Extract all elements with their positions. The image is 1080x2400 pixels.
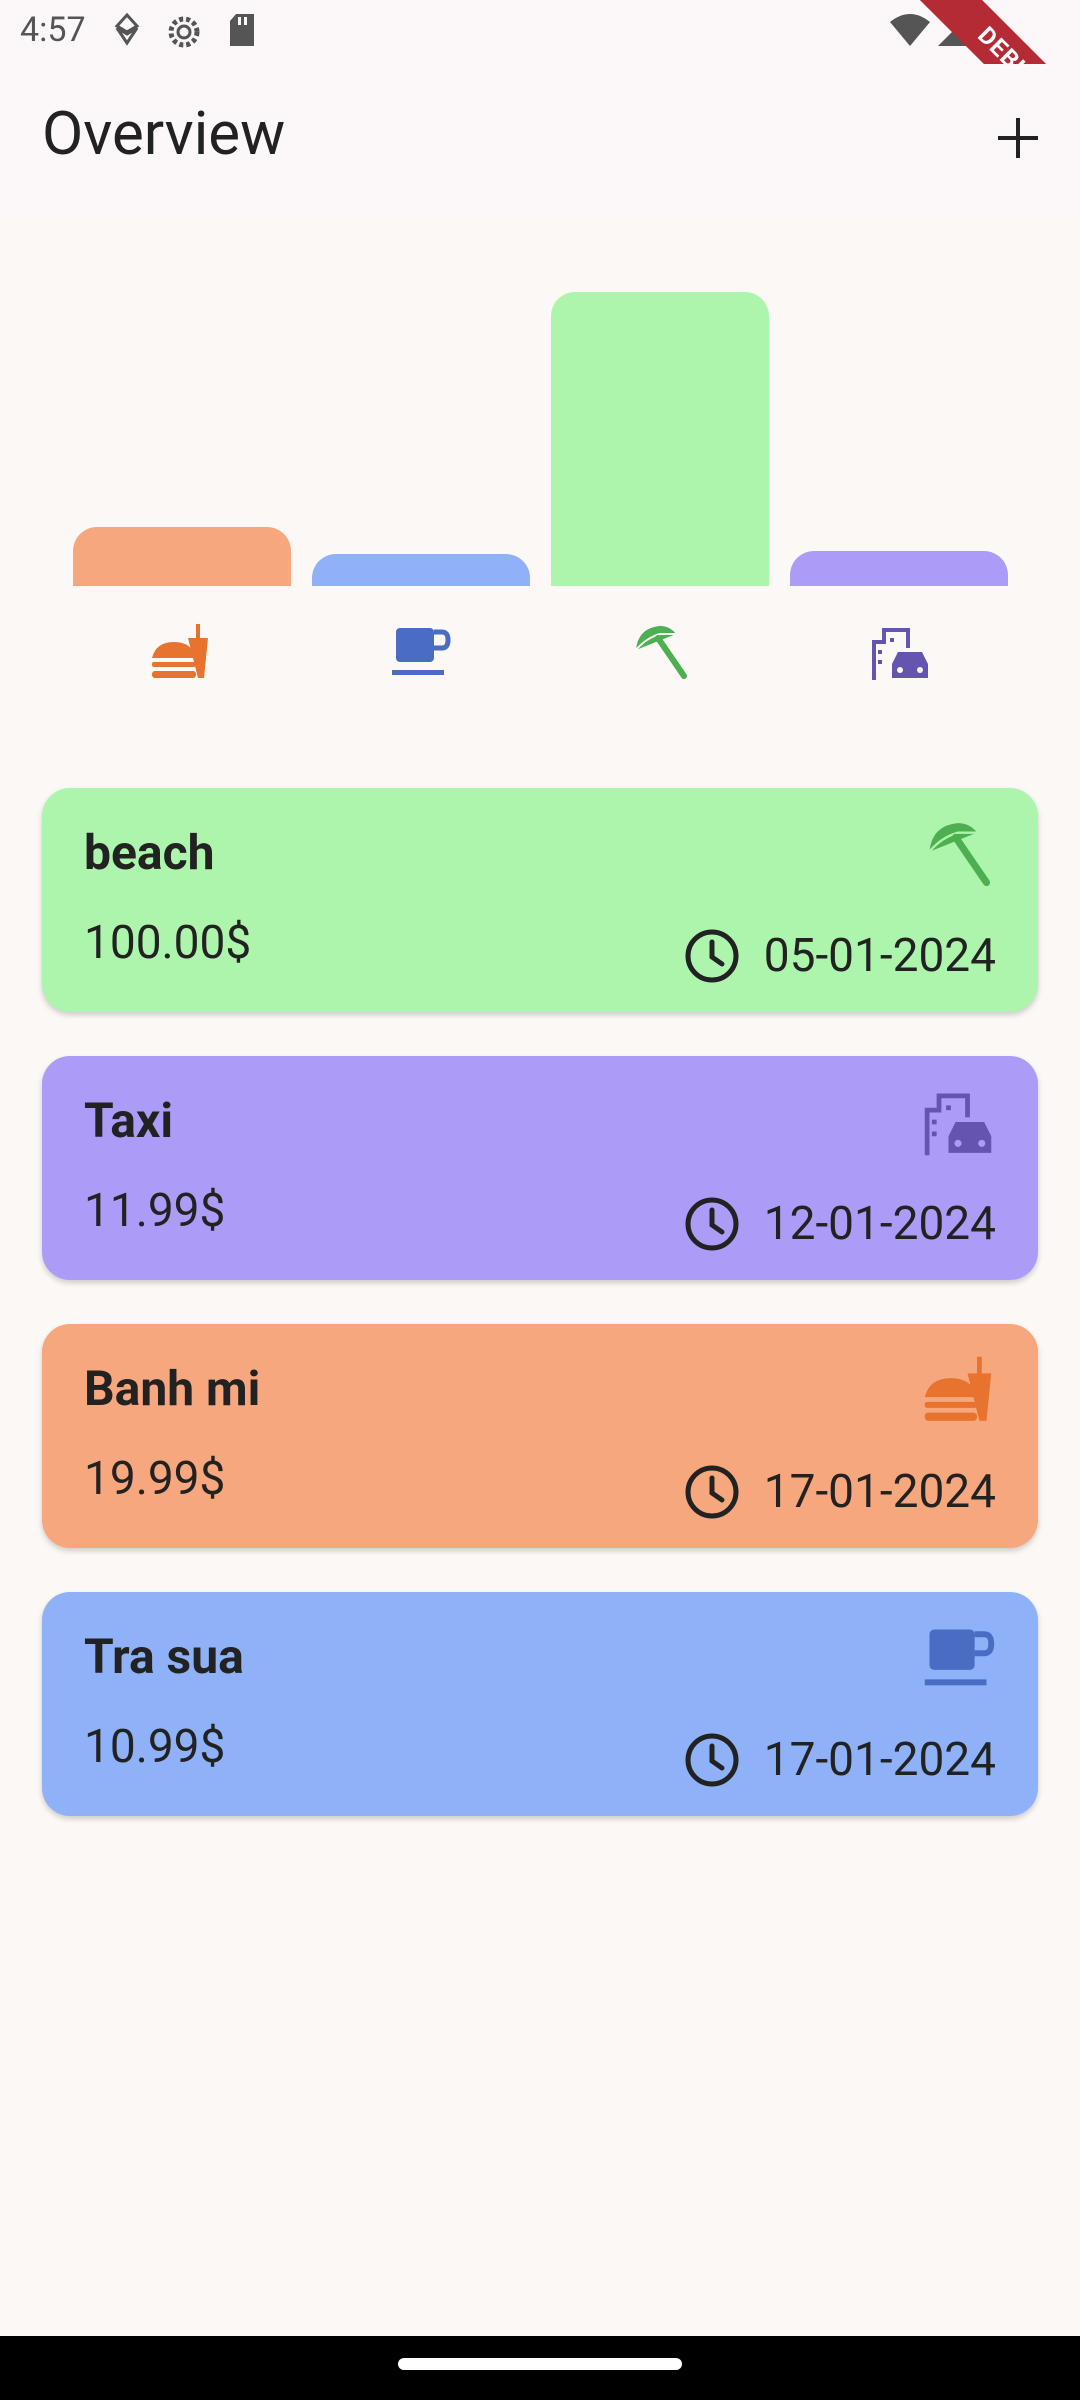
expense-date-row: 12-01-2024: [684, 1196, 996, 1252]
coffee-icon: [392, 628, 451, 675]
fastfood-icon: [152, 624, 208, 678]
status-bar: 4:57: [0, 0, 1080, 64]
expense-card[interactable]: Taxi 11.99$ 12-01-2024: [42, 1056, 1038, 1280]
expense-title: beach: [84, 824, 215, 881]
expense-card[interactable]: Banh mi 19.99$ 17-01-2024: [42, 1324, 1038, 1548]
expense-card[interactable]: Tra sua 10.99$ 17-01-2024: [42, 1592, 1038, 1816]
coffee-icon: [924, 1629, 995, 1686]
expense-title: Tra sua: [84, 1628, 244, 1685]
fastfood-icon: [924, 1356, 992, 1421]
chart-bar: [551, 292, 769, 586]
chart-bar: [73, 527, 291, 586]
city-taxi-icon: [872, 628, 928, 680]
expense-title: Taxi: [84, 1092, 174, 1149]
status-time: 4:57: [20, 10, 86, 50]
add-expense-button[interactable]: [988, 108, 1048, 168]
city-taxi-icon: [924, 1093, 992, 1156]
expense-date: 17-01-2024: [763, 1733, 996, 1787]
expense-date-row: 05-01-2024: [684, 928, 996, 984]
page-title: Overview: [42, 98, 286, 169]
expense-amount: 19.99$: [84, 1452, 226, 1506]
expense-amount: 10.99$: [84, 1720, 226, 1774]
chart-bar: [312, 553, 530, 586]
expense-amount: 11.99$: [84, 1184, 226, 1238]
beach-umbrella-icon: [635, 626, 687, 679]
sd-card-icon: [230, 14, 254, 46]
expense-date-row: 17-01-2024: [684, 1732, 996, 1788]
location-icon: [114, 12, 140, 46]
expense-amount: 100.00$: [84, 916, 252, 970]
expense-title: Banh mi: [84, 1360, 261, 1417]
expense-date: 17-01-2024: [763, 1465, 996, 1519]
settings-icon: [168, 16, 200, 48]
expense-date-row: 17-01-2024: [684, 1464, 996, 1520]
clock-icon: [685, 929, 739, 983]
add-icon: [998, 118, 1038, 158]
clock-icon: [685, 1465, 739, 1519]
expense-card[interactable]: beach 100.00$ 05-01-2024: [42, 788, 1038, 1012]
expense-date: 12-01-2024: [763, 1197, 996, 1251]
chart-bar: [790, 550, 1008, 586]
clock-icon: [685, 1733, 739, 1787]
clock-icon: [685, 1197, 739, 1251]
expense-date: 05-01-2024: [763, 929, 996, 983]
home-gesture-handle[interactable]: [398, 2358, 682, 2370]
app-bar: Overview: [0, 64, 1080, 212]
expense-chart: [0, 212, 1080, 772]
beach-umbrella-icon: [928, 823, 991, 887]
